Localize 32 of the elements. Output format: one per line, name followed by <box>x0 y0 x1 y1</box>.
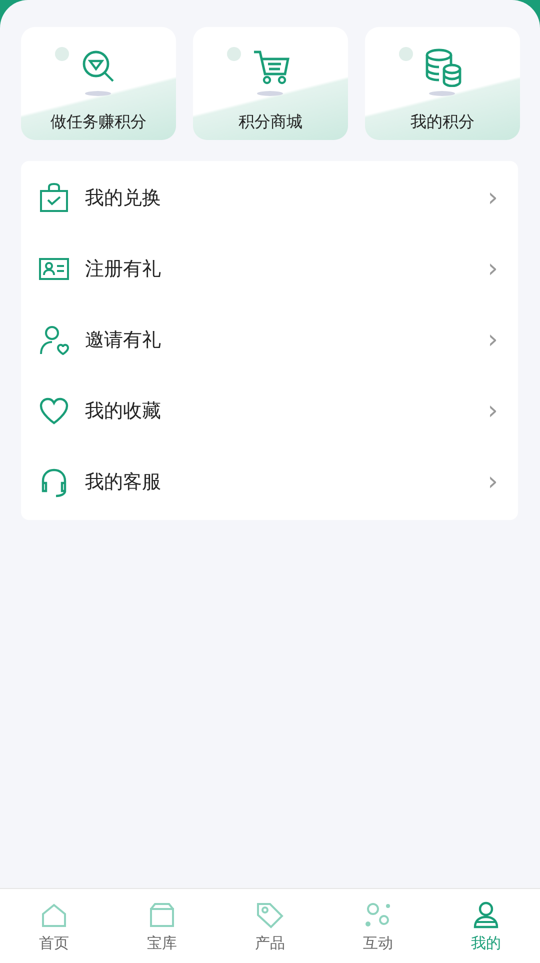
menu-item[interactable]: 我的收藏 › <box>21 375 518 446</box>
tab[interactable]: 宝库 <box>108 889 216 963</box>
shortcut-card[interactable]: 我的积分 <box>365 27 520 140</box>
tab[interactable]: 产品 <box>216 889 324 963</box>
icon-shadow <box>85 91 111 96</box>
user-heart-icon <box>37 324 71 356</box>
chevron-icon: › <box>488 468 498 494</box>
chevron-icon: › <box>488 184 498 210</box>
menu-label: 我的客服 <box>85 470 162 494</box>
chevron-icon: › <box>488 398 498 424</box>
icon-shadow <box>429 91 455 96</box>
tab[interactable]: 首页 <box>0 889 108 963</box>
menu-item[interactable]: 我的客服 › <box>21 446 518 517</box>
menu-item[interactable]: 我的兑换 › <box>21 162 518 233</box>
shortcut-card[interactable]: 积分商城 <box>193 27 348 140</box>
shortcut-card[interactable]: 做任务赚积分 <box>21 27 176 140</box>
chevron-icon: › <box>488 256 498 282</box>
shopping-bag-icon <box>37 182 71 214</box>
menu-item[interactable]: 邀请有礼 › <box>21 304 518 375</box>
decor-dot <box>227 47 241 61</box>
menu-label: 我的收藏 <box>85 398 162 424</box>
user-icon <box>471 900 501 930</box>
menu-label: 邀请有礼 <box>85 328 162 352</box>
chevron-icon: › <box>488 326 498 352</box>
tab[interactable]: 互动 <box>324 889 432 963</box>
icon-shadow <box>257 91 283 96</box>
decor-dot <box>55 47 69 61</box>
menu-label: 注册有礼 <box>85 256 162 282</box>
coins-icon <box>423 47 463 87</box>
menu-item[interactable]: 注册有礼 › <box>21 233 518 304</box>
decor-dot <box>399 47 413 61</box>
menu-label: 我的兑换 <box>85 186 162 210</box>
